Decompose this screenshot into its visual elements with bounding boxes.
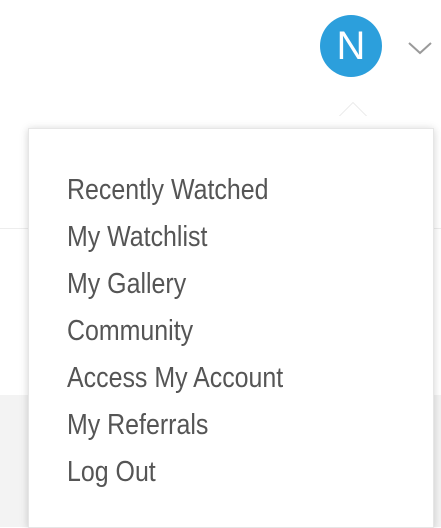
menu-item-access-my-account[interactable]: Access My Account — [67, 355, 283, 402]
menu-item-my-watchlist[interactable]: My Watchlist — [67, 214, 283, 261]
user-avatar[interactable]: N — [320, 15, 382, 77]
menu-item-community[interactable]: Community — [67, 308, 283, 355]
chevron-down-icon[interactable] — [405, 40, 435, 56]
account-menu-list: Recently Watched My Watchlist My Gallery… — [67, 167, 318, 496]
avatar-initial: N — [336, 24, 366, 68]
menu-item-recently-watched[interactable]: Recently Watched — [67, 167, 283, 214]
menu-item-log-out[interactable]: Log Out — [67, 449, 283, 496]
menu-item-my-referrals[interactable]: My Referrals — [67, 402, 283, 449]
account-dropdown-menu: Recently Watched My Watchlist My Gallery… — [28, 128, 434, 528]
dropdown-caret — [339, 102, 367, 116]
menu-item-my-gallery[interactable]: My Gallery — [67, 261, 283, 308]
